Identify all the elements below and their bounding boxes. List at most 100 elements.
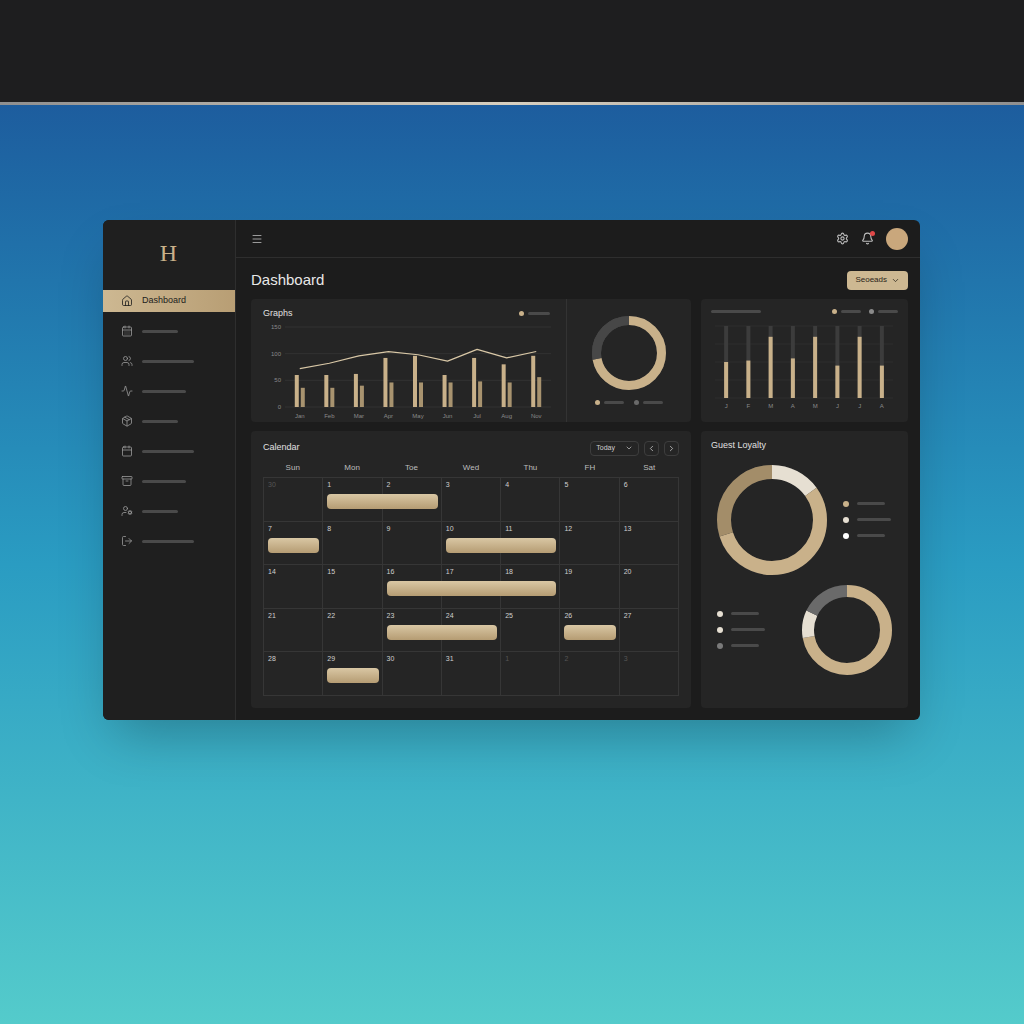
svg-text:F: F	[747, 403, 751, 409]
topbar	[236, 220, 920, 258]
legend-dot	[843, 517, 849, 523]
calendar-day[interactable]: 3	[620, 652, 679, 696]
calendar-day[interactable]: 27	[620, 609, 679, 653]
legend-item	[843, 533, 891, 539]
graphs-donut	[592, 316, 666, 390]
placeholder-bar	[643, 401, 663, 404]
view-dropdown[interactable]: Today	[590, 441, 639, 456]
calendar-event[interactable]	[327, 494, 438, 509]
calendar-day[interactable]: 2	[560, 652, 619, 696]
legend-item	[869, 309, 898, 314]
legend-item	[717, 627, 765, 633]
calendar-week: 30123456	[264, 478, 679, 522]
calendar-day[interactable]: 30	[264, 478, 323, 522]
menu-icon[interactable]	[251, 233, 263, 245]
notifications[interactable]	[861, 232, 874, 245]
calendar-day[interactable]: 31	[442, 652, 501, 696]
avatar[interactable]	[886, 228, 908, 250]
filter-dropdown[interactable]: Seoeads	[847, 271, 908, 290]
placeholder-bar	[142, 450, 194, 453]
svg-text:150: 150	[271, 324, 282, 330]
calendar-week: 28293031123	[264, 652, 679, 696]
svg-text:Apr: Apr	[384, 413, 393, 419]
calendar-day[interactable]: 3	[442, 478, 501, 522]
calendar-day[interactable]: 4	[501, 478, 560, 522]
guest-loyalty-card: Guest Loyalty	[701, 431, 908, 708]
svg-text:J: J	[725, 403, 728, 409]
svg-text:Jul: Jul	[473, 413, 481, 419]
placeholder-bar	[857, 502, 885, 505]
calendar-day[interactable]: 13	[620, 522, 679, 566]
calendar-day[interactable]: 25	[501, 609, 560, 653]
sidebar-item[interactable]: Dashboard	[103, 290, 235, 312]
legend-dot	[843, 533, 849, 539]
nav-icon	[121, 415, 133, 427]
sidebar-item[interactable]	[103, 440, 235, 462]
placeholder-bar	[142, 540, 194, 543]
nav-icon	[121, 445, 133, 457]
sidebar-item[interactable]	[103, 410, 235, 432]
next-button[interactable]	[664, 441, 679, 456]
svg-text:A: A	[880, 403, 884, 409]
calendar-day[interactable]: 6	[620, 478, 679, 522]
sidebar-item[interactable]	[103, 320, 235, 342]
calendar-day[interactable]: 20	[620, 565, 679, 609]
svg-text:J: J	[858, 403, 861, 409]
svg-text:J: J	[836, 403, 839, 409]
weekday-header: SunMonToeWedThuFHSat	[263, 459, 679, 477]
legend-item	[717, 611, 765, 617]
main: DashboardSeoeadsGraphs150100500JanFebMar…	[236, 220, 920, 720]
calendar-day[interactable]: 22	[323, 609, 382, 653]
sidebar-item[interactable]	[103, 380, 235, 402]
sidebar-item[interactable]	[103, 530, 235, 552]
calendar-day[interactable]: 28	[264, 652, 323, 696]
calendar-day[interactable]: 9	[383, 522, 442, 566]
background-photo: HDashboardDashboardSeoeadsGraphs15010050…	[0, 105, 1024, 1024]
legend-item	[717, 643, 765, 649]
placeholder-bar	[857, 518, 891, 521]
calendar-week: 78910111213	[264, 522, 679, 566]
calendar-day[interactable]: 21	[264, 609, 323, 653]
placeholder-bar	[142, 480, 186, 483]
loyalty-donut	[802, 585, 892, 675]
calendar-day[interactable]: 5	[560, 478, 619, 522]
prev-button[interactable]	[644, 441, 659, 456]
placeholder-bar	[857, 534, 885, 537]
calendar-day[interactable]: 19	[560, 565, 619, 609]
calendar-day[interactable]: 30	[383, 652, 442, 696]
calendar-day[interactable]: 15	[323, 565, 382, 609]
placeholder-bar	[142, 510, 178, 513]
calendar-event[interactable]	[564, 625, 615, 640]
calendar-card: CalendarTodaySunMonToeWedThuFHSat3012345…	[251, 431, 691, 708]
nav-icon	[121, 295, 133, 307]
svg-text:Nov: Nov	[531, 413, 542, 419]
logo[interactable]: H	[103, 220, 235, 282]
calendar-day[interactable]: 1	[501, 652, 560, 696]
sidebar-item[interactable]	[103, 500, 235, 522]
gear-icon[interactable]	[836, 232, 849, 245]
calendar-day[interactable]: 14	[264, 565, 323, 609]
sidebar-item[interactable]	[103, 350, 235, 372]
calendar-event[interactable]	[387, 625, 498, 640]
placeholder-bar	[711, 310, 761, 313]
placeholder-bar	[142, 420, 178, 423]
card-title: Calendar	[263, 441, 300, 455]
calendar-day[interactable]: 8	[323, 522, 382, 566]
page-title: Dashboard	[251, 269, 324, 292]
sidebar-item[interactable]	[103, 470, 235, 492]
calendar-grid: 3012345678910111213141516171819202122232…	[263, 477, 679, 696]
legend-dot	[519, 311, 524, 316]
legend-item	[843, 501, 891, 507]
placeholder-bar	[731, 644, 759, 647]
nav-icon	[121, 475, 133, 487]
chevron-down-icon	[625, 444, 633, 452]
calendar-event[interactable]	[446, 538, 557, 553]
calendar-event[interactable]	[327, 668, 378, 683]
placeholder-bar	[142, 330, 178, 333]
nav-icon	[121, 385, 133, 397]
calendar-day[interactable]: 12	[560, 522, 619, 566]
svg-text:0: 0	[278, 404, 282, 410]
calendar-event[interactable]	[387, 581, 557, 596]
calendar-event[interactable]	[268, 538, 319, 553]
weekly-card: JFMAMJJA	[701, 299, 908, 422]
